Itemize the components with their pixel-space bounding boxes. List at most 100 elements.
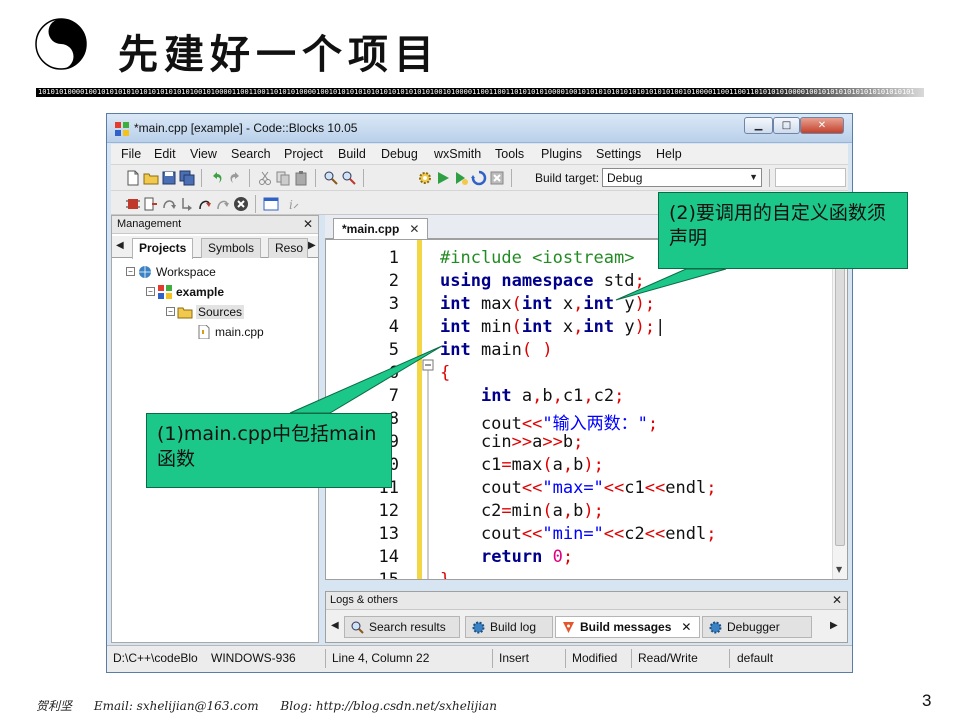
tabs-scroll-right-icon[interactable]: ▶ (308, 240, 316, 251)
project-blocks-icon (158, 284, 172, 299)
step-out-icon[interactable] (197, 196, 213, 212)
tab-build-log-label: Build log (490, 620, 537, 634)
code-token: << (521, 524, 543, 544)
menu-view[interactable]: View (190, 147, 217, 161)
abort-icon[interactable] (489, 170, 505, 186)
menu-tools[interactable]: Tools (495, 147, 524, 161)
scrollbar-thumb[interactable] (835, 256, 845, 546)
line-number: 15 (378, 570, 399, 580)
folder-open-icon (177, 307, 193, 319)
debug-icon[interactable] (125, 196, 141, 212)
open-folder-icon[interactable] (143, 170, 159, 186)
line-number: 2 (388, 271, 399, 291)
tab-projects[interactable]: Projects (132, 238, 194, 259)
code-token: , (573, 294, 584, 314)
replace-icon[interactable] (341, 170, 357, 186)
menu-file[interactable]: File (121, 147, 141, 161)
logs-scroll-right-icon[interactable]: ▶ (830, 620, 838, 631)
toolbar-separator (363, 169, 364, 187)
code-token: ); (583, 501, 604, 521)
tab-resources[interactable]: Reso (268, 238, 308, 258)
build-gear-icon[interactable] (417, 170, 433, 186)
code-completion-box[interactable] (775, 168, 846, 187)
line-number: 7 (388, 386, 399, 406)
menu-build[interactable]: Build (338, 147, 366, 161)
line-number: 14 (378, 547, 399, 567)
tab-build-messages-close-icon[interactable]: ✕ (681, 620, 691, 634)
management-close-icon[interactable]: ✕ (303, 217, 313, 231)
status-insert-mode: Insert (499, 651, 530, 665)
menu-wxsmith[interactable]: wxSmith (434, 147, 481, 161)
logs-scroll-left-icon[interactable]: ◀ (331, 620, 339, 631)
find-icon[interactable] (323, 170, 339, 186)
collapse-icon[interactable]: − (126, 267, 135, 277)
redo-icon[interactable] (227, 170, 243, 186)
editor-tab-close-icon[interactable]: ✕ (409, 222, 419, 236)
code-token: ( (542, 501, 553, 521)
logs-tabs: ◀ Search results Build log Build message… (326, 613, 847, 640)
info-icon[interactable]: i (285, 196, 301, 212)
tab-build-messages[interactable]: Build messages ✕ (555, 616, 700, 638)
code-token: << (644, 524, 666, 544)
tab-symbols[interactable]: Symbols (201, 238, 262, 258)
tab-debugger[interactable]: Debugger (702, 616, 812, 638)
menu-edit[interactable]: Edit (154, 147, 176, 161)
cpp-file-icon (198, 324, 210, 339)
tab-search-results[interactable]: Search results (344, 616, 460, 638)
code-token: 0 (552, 547, 563, 567)
debug-windows-icon[interactable] (263, 196, 279, 212)
code-line: 10 c1=max(a,b); (326, 455, 831, 478)
menu-debug[interactable]: Debug (381, 147, 418, 161)
editor-vertical-scrollbar[interactable]: ▲ ▼ (832, 240, 847, 579)
collapse-icon[interactable]: − (166, 307, 175, 317)
code-token: using namespace (440, 271, 604, 291)
build-and-run-icon[interactable] (453, 170, 469, 186)
collapse-icon[interactable]: − (146, 287, 155, 297)
scroll-down-arrow-icon[interactable]: ▼ (836, 565, 842, 574)
minimize-button[interactable]: ▁ (744, 117, 773, 134)
cut-icon[interactable] (257, 170, 273, 186)
menu-plugins[interactable]: Plugins (541, 147, 582, 161)
step-into-icon[interactable] (179, 196, 195, 212)
code-token: ; (647, 414, 659, 434)
undo-icon[interactable] (209, 170, 225, 186)
tree-item-project[interactable]: − example (146, 284, 224, 302)
rebuild-icon[interactable] (471, 170, 487, 186)
code-token: b (573, 455, 584, 475)
run-play-icon[interactable] (435, 170, 451, 186)
tab-build-log[interactable]: Build log (465, 616, 553, 638)
tree-item-main-cpp[interactable]: main.cpp (196, 324, 264, 342)
copy-icon[interactable] (275, 170, 291, 186)
menu-project[interactable]: Project (284, 147, 323, 161)
window-titlebar[interactable]: *main.cpp [example] - Code::Blocks 10.05… (107, 114, 852, 143)
menu-search[interactable]: Search (231, 147, 271, 161)
next-line-icon[interactable] (161, 196, 177, 212)
run-to-cursor-icon[interactable] (143, 196, 159, 212)
tree-item-workspace[interactable]: − Workspace (126, 264, 216, 282)
menu-settings[interactable]: Settings (596, 147, 641, 161)
new-file-icon[interactable] (125, 170, 141, 186)
logs-close-icon[interactable]: ✕ (832, 593, 842, 607)
paste-icon[interactable] (293, 170, 309, 186)
code-token: ); (583, 455, 604, 475)
build-target-select[interactable]: Debug ▼ (602, 168, 762, 187)
code-line: 11 cout<<"max="<<c1<<endl; (326, 478, 831, 501)
tabs-scroll-left-icon[interactable]: ◀ (116, 240, 124, 251)
tree-item-sources[interactable]: − Sources (166, 304, 245, 322)
save-icon[interactable] (161, 170, 177, 186)
code-token: endl (665, 524, 707, 544)
code-editor[interactable]: 1 #include <iostream> 2 using namespace std… (325, 239, 848, 580)
save-all-icon[interactable] (179, 170, 195, 186)
tab-debugger-label: Debugger (727, 620, 780, 634)
code-text: { (440, 363, 450, 383)
editor-tab-main-cpp[interactable]: *main.cpp ✕ (333, 218, 429, 240)
code-token: int (440, 294, 481, 314)
menu-help[interactable]: Help (656, 147, 682, 161)
close-window-button[interactable]: ✕ (800, 117, 844, 134)
maximize-button[interactable]: □ (773, 117, 800, 134)
stop-debugger-icon[interactable] (233, 196, 249, 212)
code-token: ( ) (521, 340, 553, 360)
continue-icon[interactable] (215, 196, 231, 212)
code-token: max (480, 294, 512, 314)
code-line: 9 cin>>a>>b; (326, 432, 831, 455)
